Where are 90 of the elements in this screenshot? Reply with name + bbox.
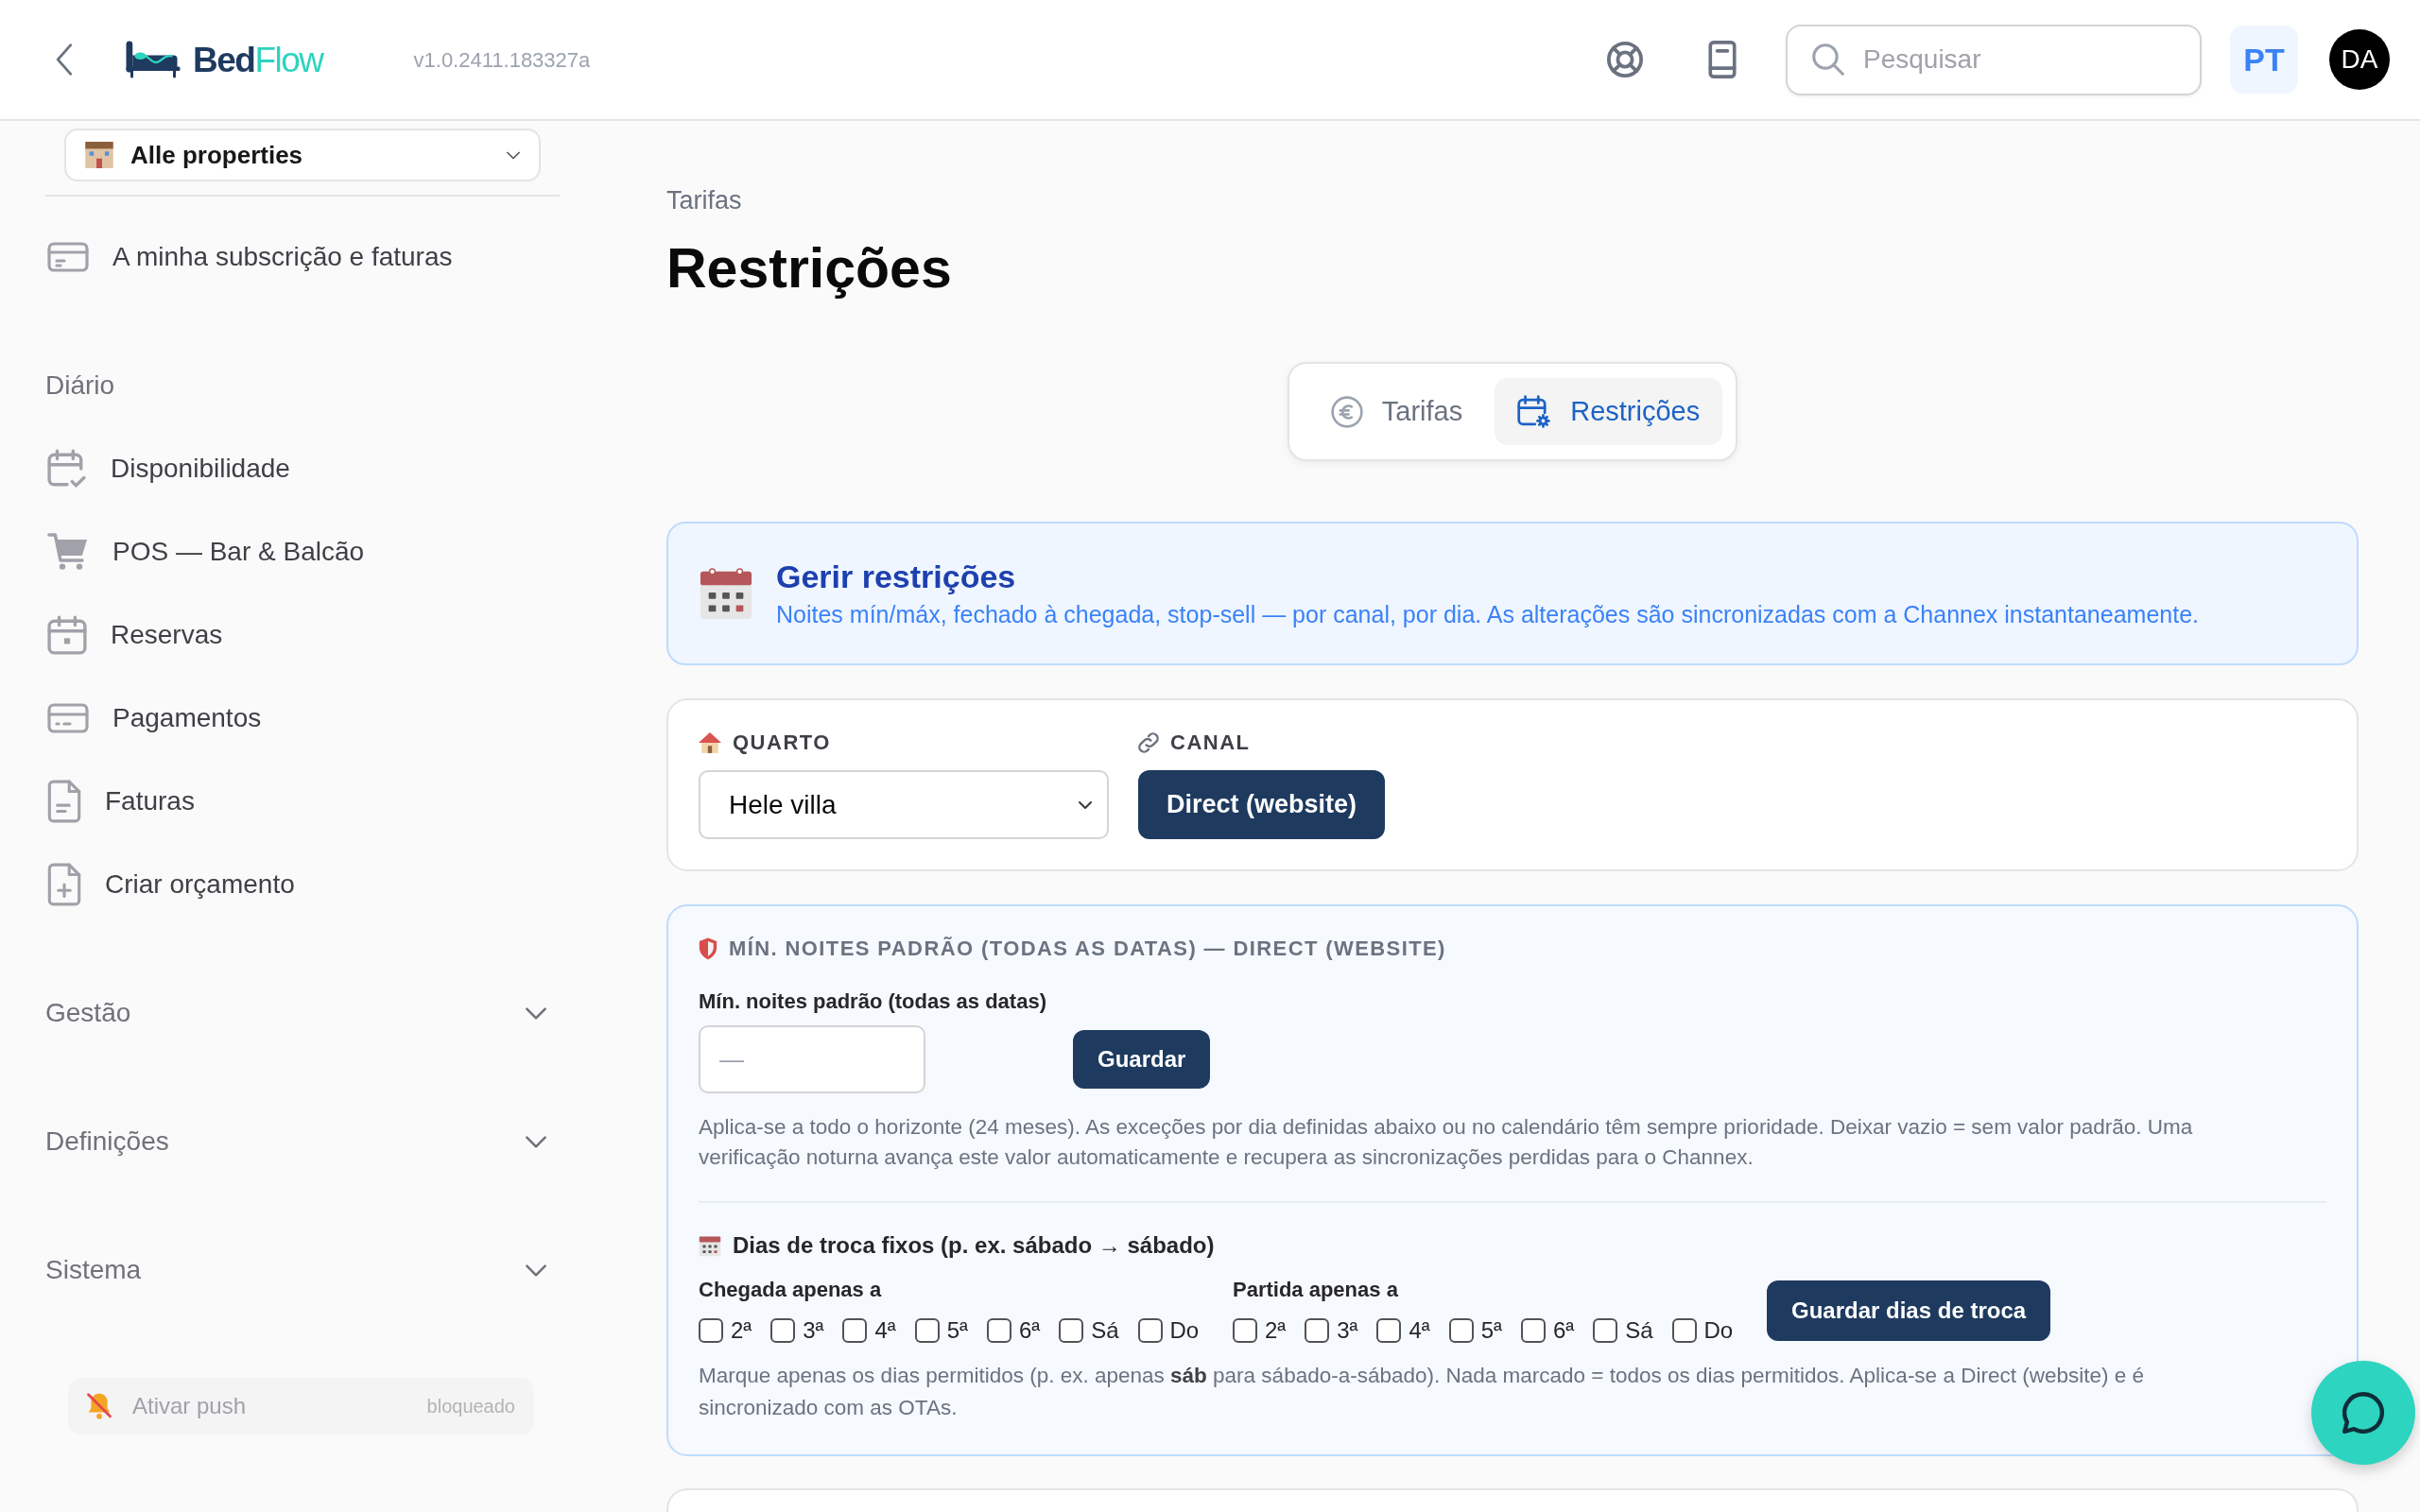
document-plus-icon — [47, 863, 81, 906]
group-label: Chegada apenas a — [699, 1277, 883, 1303]
tab[interactable]: Tarifas — [1307, 378, 1486, 445]
banner-title: Gerir restrições — [776, 558, 1017, 595]
day-label: 6ª — [1552, 1316, 1575, 1345]
page-title: Restrições — [666, 236, 953, 301]
nav-link[interactable]: Disponibilidade — [45, 440, 560, 497]
day-checkbox[interactable] — [1593, 1318, 1618, 1343]
day-checkbox[interactable] — [699, 1318, 723, 1343]
day-label: 6ª — [1018, 1316, 1041, 1345]
push-status: bloqueado — [426, 1395, 515, 1418]
nav-link[interactable]: Criar orçamento — [45, 856, 560, 913]
nav-link[interactable]: Pagamentos — [45, 690, 560, 747]
cart-icon — [47, 533, 89, 571]
field-label: CANAL — [1170, 730, 1251, 755]
day-checkbox[interactable] — [1137, 1318, 1163, 1343]
field-label: Mín. noites padrão (todas as datas) — [699, 989, 1047, 1014]
payment-card-icon — [47, 703, 89, 733]
euro-icon — [1330, 395, 1363, 428]
day-label: 4ª — [874, 1316, 896, 1345]
calendar-icon — [699, 566, 753, 621]
day-label: 3ª — [1337, 1316, 1358, 1345]
day-label: 2ª — [731, 1316, 752, 1345]
bed-icon — [125, 41, 182, 78]
logo-text: BedFlow — [193, 42, 323, 77]
nav-link[interactable]: POS — Bar & Balcão — [45, 524, 560, 580]
help-text: Aplica-se a todo o horizonte (24 meses). As exceções por dia definidas abaixo ou no calendário têm sempre prioridade. Deixar vazio = sem valor padrão. Uma verificação noturna avança este valor automaticamente e recupera as sincronizações perdidas para o Channex. — [699, 1114, 2194, 1171]
day-label: Do — [1169, 1316, 1200, 1345]
breadcrumb: Tarifas — [666, 185, 743, 216]
version-label: v1.0.2411.183327a — [413, 46, 591, 74]
day-checkbox[interactable] — [986, 1318, 1011, 1343]
calendar-check-icon — [47, 449, 87, 489]
day-label: 5ª — [946, 1316, 968, 1345]
chat-button[interactable] — [2311, 1361, 2415, 1465]
day-label: Do — [1703, 1316, 1734, 1345]
credit-card-icon — [47, 242, 89, 272]
day-label: 4ª — [1409, 1316, 1430, 1345]
banner-text: Noites mín/máx, fechado à chegada, stop-sell — por canal, por dia. As alterações são sincronizadas com a Channex instantaneamente. — [776, 600, 2199, 629]
book-icon — [1708, 41, 1737, 78]
panel-heading: MÍN. NOITES PADRÃO (TODAS AS DATAS) — DIRECT (WEBSITE) — [729, 936, 1446, 961]
day-label: 3ª — [803, 1316, 824, 1345]
nav-link[interactable]: Faturas — [45, 773, 560, 830]
help-text: Marque apenas os dias permitidos (p. ex. apenas sáb para sábado-a-sábado). Nada marcado = todos os dias permitidos. Aplica-se a Direct (website) e é sincronizado com as OTAs. — [699, 1363, 2145, 1421]
day-label: 2ª — [1265, 1316, 1287, 1345]
push-label: Ativar push — [132, 1392, 247, 1420]
lifebuoy-icon — [1607, 42, 1643, 77]
chevron-left-icon — [56, 43, 73, 76]
day-checkbox[interactable] — [1448, 1318, 1474, 1343]
chevron-down-icon — [507, 150, 520, 160]
group-label: Partida apenas a — [1233, 1277, 1399, 1303]
save-button[interactable]: Guardar — [1073, 1030, 1211, 1089]
house-icon — [699, 732, 721, 753]
channel-button[interactable]: Direct (website) — [1138, 770, 1386, 839]
section-toggle[interactable]: Definições — [45, 1113, 560, 1170]
calendar-icon — [47, 615, 87, 655]
document-icon — [47, 780, 81, 823]
day-label: Sá — [1091, 1316, 1119, 1345]
search-field[interactable]: Pesquisar — [1786, 24, 2202, 95]
search-icon — [1812, 43, 1844, 76]
day-checkbox[interactable] — [1376, 1318, 1402, 1343]
field-label: QUARTO — [733, 730, 831, 755]
nav-link[interactable]: A minha subscrição e faturas — [45, 229, 560, 285]
day-checkbox[interactable] — [770, 1318, 796, 1343]
day-checkbox[interactable] — [842, 1318, 868, 1343]
section-toggle[interactable]: Sistema — [45, 1242, 560, 1298]
user-avatar[interactable]: DA — [2329, 29, 2390, 90]
day-checkbox[interactable] — [914, 1318, 940, 1343]
calendar-gear-icon — [1517, 394, 1552, 429]
property-select[interactable]: Alle properties — [64, 129, 541, 181]
nav-link[interactable]: Reservas — [45, 607, 560, 663]
day-checkbox[interactable] — [1520, 1318, 1546, 1343]
min-nights-field[interactable]: — — [699, 1025, 925, 1093]
day-label: 5ª — [1480, 1316, 1502, 1345]
bell-off-icon — [87, 1392, 112, 1420]
shield-icon — [699, 937, 717, 960]
save-changeover-button[interactable]: Guardar dias de troca — [1767, 1280, 2051, 1341]
section-title: Diário — [45, 369, 116, 402]
calendar-icon — [699, 1234, 721, 1257]
day-label: Sá — [1625, 1316, 1653, 1345]
day-checkbox[interactable] — [1305, 1318, 1330, 1343]
day-checkbox[interactable] — [1059, 1318, 1084, 1343]
day-checkbox[interactable] — [1233, 1318, 1257, 1343]
section-heading: Dias de troca fixos (p. ex. sábado → sábado) — [733, 1231, 1215, 1260]
tab[interactable]: Restrições — [1495, 378, 1723, 445]
link-icon — [1138, 732, 1159, 753]
room-select[interactable]: Hele villa — [699, 770, 1109, 839]
section-toggle[interactable]: Gestão — [45, 985, 560, 1041]
chat-icon — [2342, 1392, 2384, 1434]
day-checkbox[interactable] — [1671, 1318, 1697, 1343]
building-icon — [85, 142, 113, 168]
